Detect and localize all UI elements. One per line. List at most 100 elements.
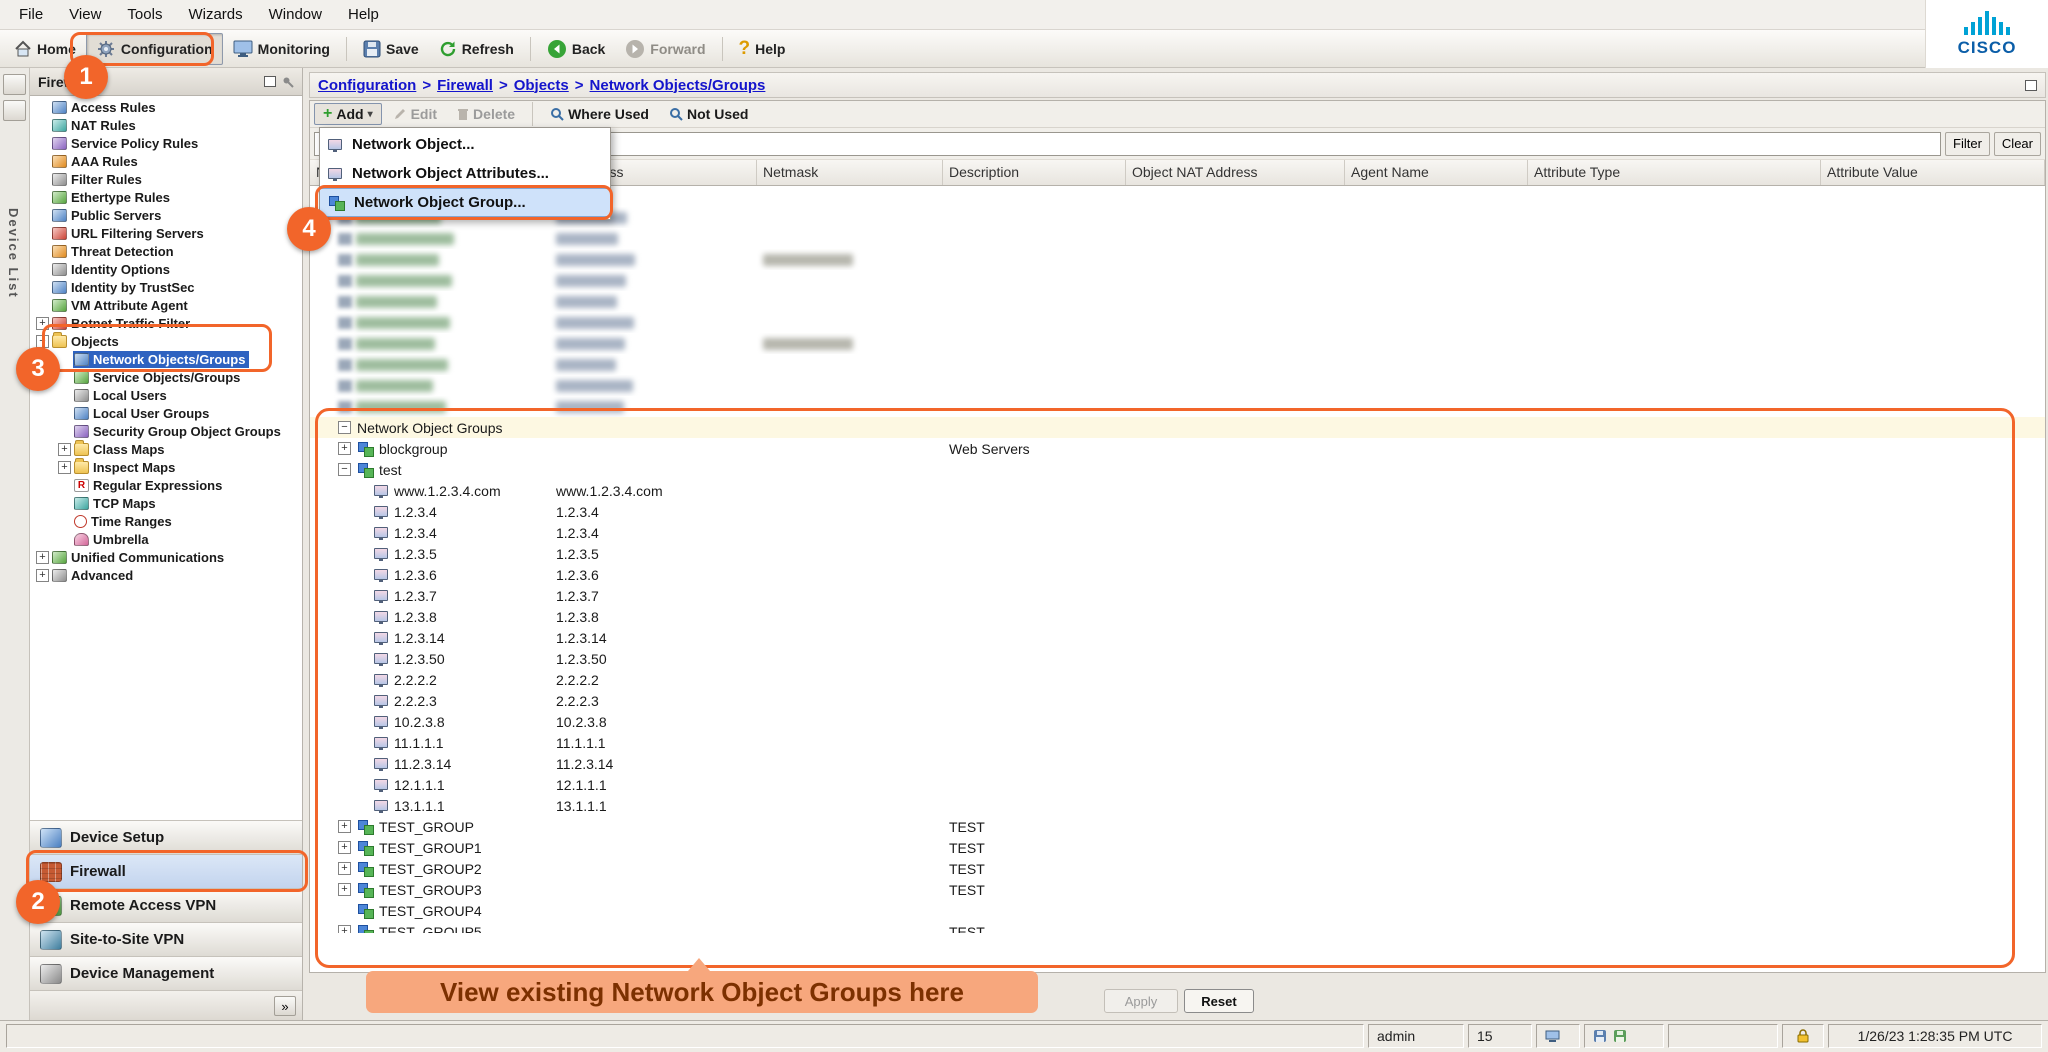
table-row[interactable]: 1.2.3.51.2.3.5 (310, 543, 2045, 564)
table-row[interactable]: 11.1.1.111.1.1.1 (310, 732, 2045, 753)
table-row[interactable]: 11.2.3.1411.2.3.14 (310, 753, 2045, 774)
tree-item-local-user-groups[interactable]: Local User Groups (30, 404, 302, 422)
tree-item-tcp-maps[interactable]: TCP Maps (30, 494, 302, 512)
table-row-redacted[interactable] (310, 249, 2045, 270)
table-row[interactable]: www.1.2.3.4.comwww.1.2.3.4.com (310, 480, 2045, 501)
edit-button[interactable]: Edit (384, 103, 446, 125)
table-row[interactable]: 10.2.3.810.2.3.8 (310, 711, 2045, 732)
reset-button[interactable]: Reset (1184, 989, 1254, 1013)
expand-icon[interactable]: + (58, 443, 71, 456)
tree-item-identity-options[interactable]: Identity Options (30, 260, 302, 278)
column-header-object-nat-address[interactable]: Object NAT Address (1126, 160, 1345, 185)
save-button[interactable]: Save (353, 34, 429, 64)
table-row[interactable]: 2.2.2.32.2.2.3 (310, 690, 2045, 711)
expand-icon[interactable]: + (338, 925, 351, 933)
table-row[interactable]: 1.2.3.501.2.3.50 (310, 648, 2045, 669)
tree-item-nat-rules[interactable]: NAT Rules (30, 116, 302, 134)
tree-item-threat-detection[interactable]: Threat Detection (30, 242, 302, 260)
menu-item-network-object[interactable]: Network Object... (320, 130, 610, 159)
expand-icon[interactable]: + (338, 883, 351, 896)
tree-item-botnet-traffic-filter[interactable]: +Botnet Traffic Filter (30, 314, 302, 332)
table-row-redacted[interactable] (310, 396, 2045, 417)
help-button[interactable]: ? Help (729, 32, 796, 66)
menu-item-help[interactable]: Help (335, 0, 392, 30)
table-row-redacted[interactable] (310, 291, 2045, 312)
table-row[interactable]: +TEST_GROUP5TEST (310, 921, 2045, 933)
tree-item-local-users[interactable]: Local Users (30, 386, 302, 404)
tree-item-filter-rules[interactable]: Filter Rules (30, 170, 302, 188)
tree-item-aaa-rules[interactable]: AAA Rules (30, 152, 302, 170)
table-row-redacted[interactable] (310, 228, 2045, 249)
table-row[interactable]: 1.2.3.71.2.3.7 (310, 585, 2045, 606)
tree-item-inspect-maps[interactable]: +Inspect Maps (30, 458, 302, 476)
column-header-agent-name[interactable]: Agent Name (1345, 160, 1528, 185)
menu-item-view[interactable]: View (56, 0, 114, 30)
table-row[interactable]: 1.2.3.41.2.3.4 (310, 501, 2045, 522)
expand-icon[interactable]: + (36, 317, 49, 330)
tree-item-service-objects-groups[interactable]: Service Objects/Groups (30, 368, 302, 386)
home-button[interactable]: Home (4, 34, 86, 64)
table-row[interactable]: TEST_GROUP4 (310, 900, 2045, 921)
expand-icon[interactable]: + (58, 461, 71, 474)
table-row[interactable]: +TEST_GROUP1TEST (310, 837, 2045, 858)
tree-item-class-maps[interactable]: +Class Maps (30, 440, 302, 458)
breadcrumb-firewall[interactable]: Firewall (437, 77, 493, 94)
table-row-redacted[interactable] (310, 375, 2045, 396)
tree-item-unified-communications[interactable]: +Unified Communications (30, 548, 302, 566)
tree-item-advanced[interactable]: +Advanced (30, 566, 302, 584)
table-row[interactable]: +TEST_GROUPTEST (310, 816, 2045, 837)
table-row[interactable]: 2.2.2.22.2.2.2 (310, 669, 2045, 690)
device-list-pin-button[interactable] (3, 100, 26, 121)
apply-button[interactable]: Apply (1104, 989, 1178, 1013)
delete-button[interactable]: Delete (448, 103, 524, 125)
expand-icon[interactable]: + (36, 569, 49, 582)
table-row[interactable]: 13.1.1.113.1.1.1 (310, 795, 2045, 816)
tree-item-service-policy-rules[interactable]: Service Policy Rules (30, 134, 302, 152)
nav-site-to-site-vpn[interactable]: Site-to-Site VPN (30, 922, 302, 956)
float-panel-icon[interactable] (264, 76, 276, 87)
nav-device-management[interactable]: Device Management (30, 956, 302, 990)
tree-item-security-group-object-groups[interactable]: Security Group Object Groups (30, 422, 302, 440)
filter-button[interactable]: Filter (1945, 132, 1990, 156)
tree-item-url-filtering-servers[interactable]: URL Filtering Servers (30, 224, 302, 242)
back-button[interactable]: Back (537, 33, 615, 65)
column-header-attribute-type[interactable]: Attribute Type (1528, 160, 1821, 185)
breadcrumb-configuration[interactable]: Configuration (318, 77, 416, 94)
menu-item-wizards[interactable]: Wizards (175, 0, 255, 30)
table-row-redacted[interactable] (310, 312, 2045, 333)
not-used-button[interactable]: Not Used (660, 103, 757, 125)
table-row[interactable]: 1.2.3.81.2.3.8 (310, 606, 2045, 627)
expand-icon[interactable]: + (338, 442, 351, 455)
column-header-netmask[interactable]: Netmask (757, 160, 943, 185)
maximize-icon[interactable] (2025, 80, 2037, 91)
expand-icon[interactable]: + (338, 820, 351, 833)
table-row[interactable]: +TEST_GROUP3TEST (310, 879, 2045, 900)
monitoring-button[interactable]: Monitoring (223, 34, 340, 64)
tree-item-network-objects-groups[interactable]: Network Objects/Groups (30, 350, 302, 368)
add-button[interactable]: + Add ▾ (314, 103, 382, 125)
pin-icon[interactable] (282, 76, 294, 88)
tree-item-regular-expressions[interactable]: RRegular Expressions (30, 476, 302, 494)
tree-item-time-ranges[interactable]: Time Ranges (30, 512, 302, 530)
collapse-icon[interactable]: − (338, 463, 351, 476)
tree-item-public-servers[interactable]: Public Servers (30, 206, 302, 224)
menu-item-window[interactable]: Window (256, 0, 335, 30)
menu-item-tools[interactable]: Tools (114, 0, 175, 30)
clear-button[interactable]: Clear (1994, 132, 2041, 156)
breadcrumb-network-objects-groups[interactable]: Network Objects/Groups (590, 77, 766, 94)
tree-item-objects[interactable]: −Objects (30, 332, 302, 350)
tree-item-identity-by-trustsec[interactable]: Identity by TrustSec (30, 278, 302, 296)
table-row[interactable]: 12.1.1.112.1.1.1 (310, 774, 2045, 795)
table-row-redacted[interactable] (310, 270, 2045, 291)
table-row[interactable]: +blockgroupWeb Servers (310, 438, 2045, 459)
device-list-expand-button[interactable] (3, 74, 26, 95)
nav-remote-access-vpn[interactable]: Remote Access VPN (30, 888, 302, 922)
table-row[interactable]: 1.2.3.141.2.3.14 (310, 627, 2045, 648)
nav-firewall[interactable]: Firewall (30, 854, 302, 888)
menu-item-file[interactable]: File (6, 0, 56, 30)
column-header-description[interactable]: Description (943, 160, 1126, 185)
menu-item-network-object-attributes[interactable]: Network Object Attributes... (320, 159, 610, 188)
collapse-icon[interactable]: − (36, 335, 49, 348)
table-row[interactable]: 1.2.3.61.2.3.6 (310, 564, 2045, 585)
tree-item-umbrella[interactable]: Umbrella (30, 530, 302, 548)
